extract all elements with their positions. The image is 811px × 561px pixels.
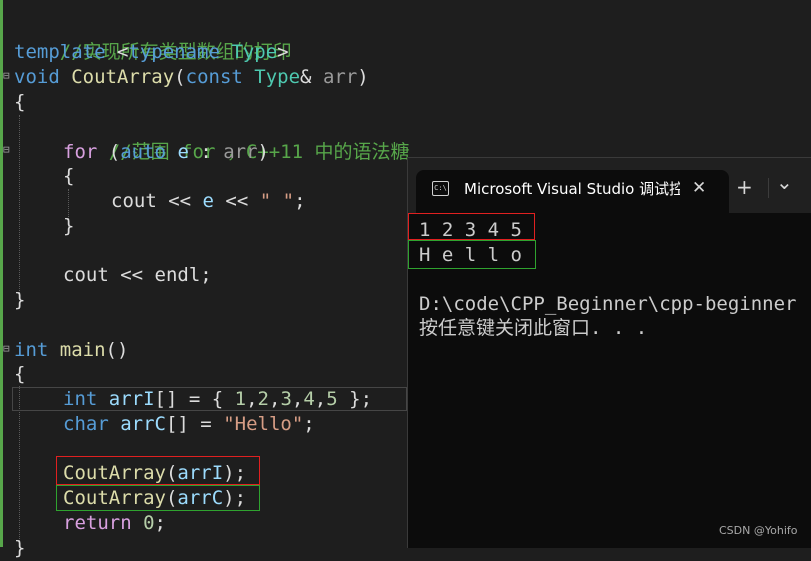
number-literal: 3: [280, 388, 292, 410]
type-name: Type: [254, 66, 301, 88]
param-name: arr: [223, 141, 258, 163]
punct: ,: [291, 388, 304, 410]
code-line: void CoutArray(const Type& arr): [14, 65, 369, 90]
fold-minus-icon[interactable]: ⊟: [3, 342, 10, 355]
tab-title: Microsoft Visual Studio 调试控制台: [464, 180, 680, 198]
type-name: Type: [231, 41, 278, 63]
function-name: main: [59, 339, 106, 361]
indent-guide: [19, 115, 20, 295]
function-name: CoutArray: [71, 66, 175, 88]
code-line: cout << endl;: [63, 264, 212, 286]
punct: [] =: [165, 413, 224, 435]
highlight-box-red: [56, 456, 260, 485]
var-name: e: [177, 141, 189, 163]
code-line: cout << e << " ";: [111, 189, 306, 214]
var-name: arrC: [120, 413, 166, 435]
number-literal: 0: [143, 512, 155, 534]
punct: ;: [294, 190, 306, 212]
keyword: template: [14, 41, 106, 63]
keyword: for: [63, 141, 98, 163]
console-app-icon: C:\: [432, 181, 449, 196]
code-line: //实现所有类型数组的打印: [14, 15, 292, 63]
keyword: const: [185, 66, 243, 88]
new-tab-icon[interactable]: +: [736, 176, 753, 198]
punct: &: [300, 66, 323, 88]
punct: };: [337, 388, 373, 410]
output-line: 按任意键关闭此窗口. . .: [419, 317, 648, 339]
punct: ): [357, 66, 369, 88]
code-line: char arrC[] = "Hello";: [63, 412, 315, 437]
code-line: {: [14, 91, 26, 113]
keyword: typename: [128, 41, 220, 63]
fold-minus-icon[interactable]: ⊟: [3, 143, 10, 156]
punct: ;: [154, 512, 166, 534]
console-titlebar: C:\ Microsoft Visual Studio 调试控制台 ✕ + ⌄: [408, 158, 811, 213]
code-line: }: [14, 537, 26, 559]
number-literal: 2: [257, 388, 269, 410]
punct: ,: [246, 388, 258, 410]
punct: (: [174, 66, 186, 88]
code-line: return 0;: [63, 511, 166, 536]
punct: [] = {: [154, 388, 235, 410]
highlight-box-green: [56, 485, 260, 511]
punct: ,: [314, 388, 327, 410]
code-line: //范围 for ，C++11 中的语法糖: [63, 115, 410, 163]
keyword: return: [63, 512, 132, 534]
close-icon[interactable]: ✕: [692, 177, 706, 199]
code-line: {: [63, 165, 75, 187]
code-line: template <typename Type>: [14, 40, 289, 65]
debug-console-window[interactable]: C:\ Microsoft Visual Studio 调试控制台 ✕ + ⌄ …: [407, 157, 811, 548]
code-line: int arrI[] = { 1,2,3,4,5 };: [63, 387, 372, 412]
punct: (): [105, 339, 129, 361]
keyword: int: [14, 339, 49, 361]
string-literal: " ": [259, 190, 295, 212]
var-name: arrI: [108, 388, 155, 410]
punct: ): [257, 141, 269, 163]
highlight-box-red: [408, 213, 535, 240]
number-literal: 5: [326, 388, 338, 410]
chevron-down-icon[interactable]: ⌄: [776, 171, 793, 193]
punct: ;: [303, 413, 315, 435]
code-text: cout <<: [111, 190, 203, 212]
var-name: e: [202, 190, 214, 212]
keyword: char: [63, 413, 109, 435]
punct: <: [105, 41, 129, 63]
number-literal: 4: [303, 388, 315, 410]
code-line: for (auto e : arr): [63, 140, 269, 165]
keyword: void: [14, 66, 60, 88]
punct: ,: [268, 388, 281, 410]
fold-minus-icon[interactable]: ⊟: [3, 69, 10, 82]
code-line: }: [63, 215, 75, 237]
keyword: int: [63, 388, 98, 410]
string-literal: "Hello": [223, 413, 304, 435]
punct: :: [188, 141, 224, 163]
console-tab[interactable]: C:\ Microsoft Visual Studio 调试控制台 ✕: [416, 170, 729, 213]
param-name: arr: [322, 66, 358, 88]
punct: (: [97, 141, 121, 163]
highlight-box-green: [408, 240, 536, 269]
code-text: <<: [213, 190, 260, 212]
code-line: {: [14, 363, 26, 385]
code-line: int main(): [14, 338, 128, 363]
watermark: CSDN @Yohifo: [719, 524, 798, 537]
output-line: D:\code\CPP_Beginner\cpp-beginner: [419, 293, 797, 315]
titlebar-separator: [768, 178, 769, 198]
number-literal: 1: [234, 388, 247, 410]
keyword: auto: [120, 141, 166, 163]
changes-gutter-bar: [0, 0, 3, 547]
code-line: }: [14, 289, 26, 311]
punct: >: [277, 41, 289, 63]
